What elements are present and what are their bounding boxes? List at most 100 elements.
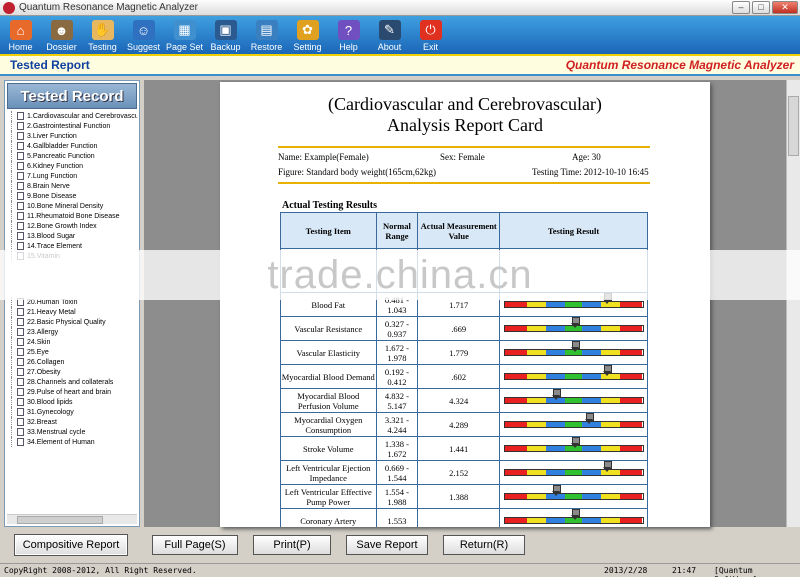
document-icon — [17, 182, 24, 190]
record-tree-item[interactable]: 23.Allergy — [7, 327, 137, 337]
toolbar-testing-button[interactable]: ✋ Testing — [82, 16, 123, 54]
bar-segment — [620, 350, 643, 355]
record-tree-item[interactable]: 11.Rheumatoid Bone Disease — [7, 211, 137, 221]
scrollbar-thumb[interactable] — [17, 516, 103, 524]
save-report-button[interactable]: Save Report — [346, 535, 428, 555]
record-tree-item[interactable]: 28.Channels and collaterals — [7, 377, 137, 387]
record-tree-label: 3.Liver Function — [27, 132, 77, 140]
result-indicator — [499, 484, 648, 509]
record-tree-item[interactable]: 31.Gynecology — [7, 407, 137, 417]
record-tree-label: 24.Skin — [27, 338, 51, 346]
record-tree-item[interactable]: 1.Cardiovascular and Cerebrovascul — [7, 111, 137, 121]
record-tree-item[interactable]: 2.Gastrointestinal Function — [7, 121, 137, 131]
record-tree-item[interactable]: 12.Bone Growth Index — [7, 221, 137, 231]
record-tree-item[interactable]: 8.Brain Nerve — [7, 181, 137, 191]
bar-segment — [526, 374, 546, 379]
minimize-button[interactable]: – — [732, 1, 750, 14]
document-icon — [17, 418, 24, 426]
report-title-line2: Analysis Report Card — [387, 115, 543, 135]
bar-segment — [545, 518, 566, 523]
record-tree-item[interactable]: 26.Collagen — [7, 357, 137, 367]
result-indicator — [499, 340, 648, 365]
result-marker-icon — [570, 317, 580, 329]
full-page-button[interactable]: Full Page(S) — [152, 535, 238, 555]
record-tree-item[interactable]: 24.Skin — [7, 337, 137, 347]
document-icon — [17, 328, 24, 336]
record-tree-label: 9.Bone Disease — [27, 192, 77, 200]
record-tree-item[interactable]: 10.Bone Mineral Density — [7, 201, 137, 211]
record-tree-item[interactable]: 22.Basic Physical Quality — [7, 317, 137, 327]
record-tree-item[interactable]: 29.Pulse of heart and brain — [7, 387, 137, 397]
maximize-button[interactable]: □ — [752, 1, 770, 14]
result-range: 1.553 — [375, 508, 419, 527]
document-icon — [17, 338, 24, 346]
record-tree[interactable]: 1.Cardiovascular and Cerebrovascul 2.Gast… — [7, 111, 137, 515]
record-tree-item[interactable]: 27.Obesity — [7, 367, 137, 377]
record-tree-item[interactable]: 21.Heavy Metal — [7, 307, 137, 317]
toolbar-backup-button[interactable]: ▣ Backup — [205, 16, 246, 54]
result-bar — [503, 413, 644, 428]
record-tree-item[interactable]: 3.Liver Function — [7, 131, 137, 141]
patient-age: Age: 30 — [572, 152, 601, 162]
compositive-report-button[interactable]: Compositive Report — [14, 534, 128, 556]
document-icon — [17, 232, 24, 240]
product-banner: Quantum Resonance Magnetic Analyzer — [565, 58, 794, 72]
testing-time: Testing Time: 2012-10-10 16:45 — [532, 167, 649, 177]
record-tree-item[interactable]: 32.Breast — [7, 417, 137, 427]
result-bar — [503, 485, 644, 500]
record-tree-item[interactable]: 6.Kidney Function — [7, 161, 137, 171]
bar-segment — [565, 494, 582, 499]
result-range: 1.672 - 1.978 — [375, 340, 419, 365]
toolbar-about-button[interactable]: ✎ About — [369, 16, 410, 54]
result-item: Vascular Elasticity — [280, 340, 377, 365]
record-tree-item[interactable]: 33.Menstrual cycle — [7, 427, 137, 437]
record-tree-item[interactable]: 30.Blood lipids — [7, 397, 137, 407]
record-tree-item[interactable]: 9.Bone Disease — [7, 191, 137, 201]
bar-segment — [620, 518, 643, 523]
rule-top — [278, 146, 650, 148]
result-item: Coronary Artery — [280, 508, 377, 527]
column-header: Normal Range — [375, 212, 419, 249]
toolbar-page-set-button[interactable]: ▦ Page Set — [164, 16, 205, 54]
print-button[interactable]: Print(P) — [253, 535, 331, 555]
record-tree-item[interactable]: 13.Blood Sugar — [7, 231, 137, 241]
result-range: 0.192 - 0.412 — [375, 364, 419, 389]
bar-segment — [620, 326, 643, 331]
toolbar-dossier-button[interactable]: ☻ Dossier — [41, 16, 82, 54]
report-header: Tested Report Quantum Resonance Magnetic… — [0, 54, 800, 76]
person-icon: ☺ — [132, 20, 155, 40]
bar-segment — [526, 326, 546, 331]
toolbar-exit-button[interactable]: ⏻ Exit — [410, 16, 451, 54]
record-tree-label: 23.Allergy — [27, 328, 59, 336]
vertical-scrollbar[interactable] — [786, 80, 800, 527]
record-tree-item[interactable]: 34.Element of Human — [7, 437, 137, 447]
record-tree-item[interactable]: 25.Eye — [7, 347, 137, 357]
toolbar-label: Page Set — [165, 42, 204, 52]
result-indicator — [499, 316, 648, 341]
toolbar-setting-button[interactable]: ✿ Setting — [287, 16, 328, 54]
scrollbar-thumb[interactable] — [788, 96, 799, 156]
exit-icon: ⏻ — [419, 20, 442, 40]
bar-segment — [545, 350, 566, 355]
bar-segment — [581, 350, 602, 355]
record-tree-item[interactable]: 5.Pancreatic Function — [7, 151, 137, 161]
toolbar-help-button[interactable]: ? Help — [328, 16, 369, 54]
bar-segment — [526, 422, 546, 427]
table-row: Myocardial Blood Demand 0.192 - 0.412.602 — [280, 364, 648, 389]
result-bar — [503, 317, 644, 332]
copyright-text: CopyRight 2008-2012, All Right Reserved. — [4, 566, 197, 575]
bar-segment — [504, 518, 527, 523]
record-tree-item[interactable]: 7.Lung Function — [7, 171, 137, 181]
record-tree-label: 14.Trace Element — [27, 242, 82, 250]
close-button[interactable]: ✕ — [772, 1, 798, 14]
bar-segment — [601, 398, 621, 403]
toolbar-suggest-button[interactable]: ☺ Suggest — [123, 16, 164, 54]
return-button[interactable]: Return(R) — [443, 535, 525, 555]
record-tree-item[interactable]: 4.Gallbladder Function — [7, 141, 137, 151]
horizontal-scrollbar[interactable] — [7, 514, 137, 524]
result-bar — [503, 293, 644, 308]
gear-icon: ✿ — [296, 20, 319, 40]
toolbar-restore-button[interactable]: ▤ Restore — [246, 16, 287, 54]
toolbar-home-button[interactable]: ⌂ Home — [0, 16, 41, 54]
toolbar-label: About — [377, 42, 402, 52]
